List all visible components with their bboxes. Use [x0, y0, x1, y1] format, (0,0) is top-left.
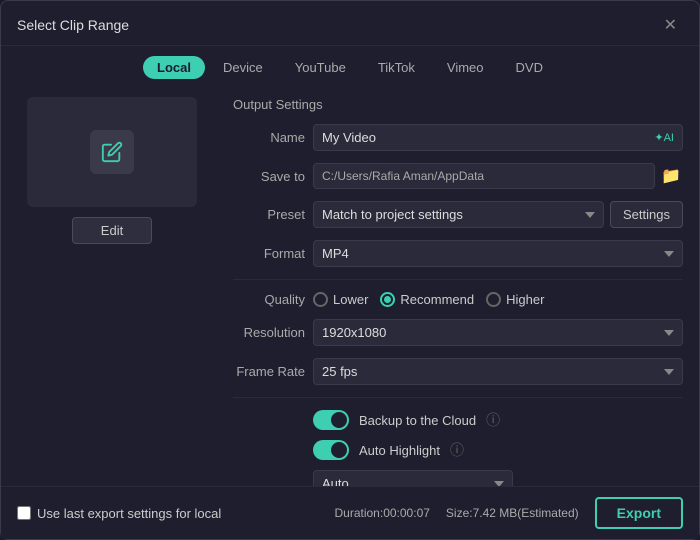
divider-1 — [233, 279, 683, 280]
quality-lower-option[interactable]: Lower — [313, 292, 368, 307]
tab-dvd[interactable]: DVD — [502, 56, 557, 79]
resolution-label: Resolution — [233, 325, 305, 340]
auto-highlight-row: Auto Highlight ⓘ — [233, 440, 683, 460]
settings-button[interactable]: Settings — [610, 201, 683, 228]
quality-higher-option[interactable]: Higher — [486, 292, 544, 307]
quality-higher-radio[interactable] — [486, 292, 501, 307]
auto-highlight-label: Auto Highlight — [359, 443, 440, 458]
quality-options: Lower Recommend Higher — [313, 292, 544, 307]
use-last-settings-checkbox[interactable] — [17, 506, 31, 520]
duration-text: Duration:00:00:07 — [335, 506, 430, 520]
backup-cloud-row: Backup to the Cloud ⓘ — [233, 410, 683, 430]
save-to-path-row: C:/Users/Rafia Aman/AppData 📁 — [313, 163, 683, 189]
auto-select-row: Auto — [233, 470, 683, 486]
format-row: Format MP4 — [233, 240, 683, 267]
name-input[interactable] — [322, 130, 650, 145]
quality-recommend-radio-inner — [384, 296, 391, 303]
auto-highlight-toggle[interactable] — [313, 440, 349, 460]
resolution-row: Resolution 1920x1080 — [233, 319, 683, 346]
frame-rate-label: Frame Rate — [233, 364, 305, 379]
footer-right: Duration:00:00:07 Size:7.42 MB(Estimated… — [335, 497, 684, 529]
format-select[interactable]: MP4 — [313, 240, 683, 267]
tabs-row: Local Device YouTube TikTok Vimeo DVD — [1, 46, 699, 87]
quality-label: Quality — [233, 292, 305, 307]
left-panel: Edit — [17, 87, 207, 486]
quality-recommend-radio[interactable] — [380, 292, 395, 307]
title-bar: Select Clip Range ✕ — [1, 1, 699, 46]
quality-lower-label: Lower — [333, 292, 368, 307]
backup-cloud-knob — [331, 412, 347, 428]
frame-rate-select[interactable]: 25 fps — [313, 358, 683, 385]
select-clip-range-dialog: Select Clip Range ✕ Local Device YouTube… — [0, 0, 700, 540]
use-last-settings-label: Use last export settings for local — [37, 506, 221, 521]
size-text: Size:7.42 MB(Estimated) — [446, 506, 579, 520]
save-to-path: C:/Users/Rafia Aman/AppData — [313, 163, 655, 189]
tab-youtube[interactable]: YouTube — [281, 56, 360, 79]
name-input-wrap[interactable]: ✦AI — [313, 124, 683, 151]
preset-row: Preset Match to project settings Setting… — [233, 201, 683, 228]
tab-local[interactable]: Local — [143, 56, 205, 79]
format-label: Format — [233, 246, 305, 261]
resolution-select[interactable]: 1920x1080 — [313, 319, 683, 346]
backup-cloud-label: Backup to the Cloud — [359, 413, 476, 428]
preset-options: Match to project settings Settings — [313, 201, 683, 228]
save-to-label: Save to — [233, 169, 305, 184]
preset-label: Preset — [233, 207, 305, 222]
save-to-row: Save to C:/Users/Rafia Aman/AppData 📁 — [233, 163, 683, 189]
quality-recommend-label: Recommend — [400, 292, 474, 307]
name-row: Name ✦AI — [233, 124, 683, 151]
content-area: Edit Output Settings Name ✦AI Save to C:… — [1, 87, 699, 486]
divider-2 — [233, 397, 683, 398]
pencil-icon — [90, 130, 134, 174]
footer: Use last export settings for local Durat… — [1, 486, 699, 539]
footer-left: Use last export settings for local — [17, 506, 221, 521]
name-label: Name — [233, 130, 305, 145]
tab-device[interactable]: Device — [209, 56, 277, 79]
quality-row: Quality Lower Recommend — [233, 292, 683, 307]
right-panel: Output Settings Name ✦AI Save to C:/User… — [223, 87, 683, 486]
tab-vimeo[interactable]: Vimeo — [433, 56, 498, 79]
use-last-settings-wrap[interactable]: Use last export settings for local — [17, 506, 221, 521]
backup-cloud-help-icon[interactable]: ⓘ — [486, 410, 500, 430]
quality-lower-radio[interactable] — [313, 292, 328, 307]
export-button[interactable]: Export — [595, 497, 683, 529]
quality-recommend-option[interactable]: Recommend — [380, 292, 474, 307]
auto-highlight-knob — [331, 442, 347, 458]
auto-select[interactable]: Auto — [313, 470, 513, 486]
auto-highlight-help-icon[interactable]: ⓘ — [450, 440, 464, 460]
frame-rate-row: Frame Rate 25 fps — [233, 358, 683, 385]
close-button[interactable]: ✕ — [658, 13, 683, 37]
output-settings-title: Output Settings — [233, 97, 683, 112]
edit-button[interactable]: Edit — [72, 217, 152, 244]
backup-cloud-toggle[interactable] — [313, 410, 349, 430]
ai-icon: ✦AI — [654, 131, 674, 144]
folder-icon-button[interactable]: 📁 — [659, 164, 683, 188]
dialog-title: Select Clip Range — [17, 17, 129, 33]
video-thumbnail — [27, 97, 197, 207]
quality-higher-label: Higher — [506, 292, 544, 307]
preset-select[interactable]: Match to project settings — [313, 201, 604, 228]
tab-tiktok[interactable]: TikTok — [364, 56, 429, 79]
